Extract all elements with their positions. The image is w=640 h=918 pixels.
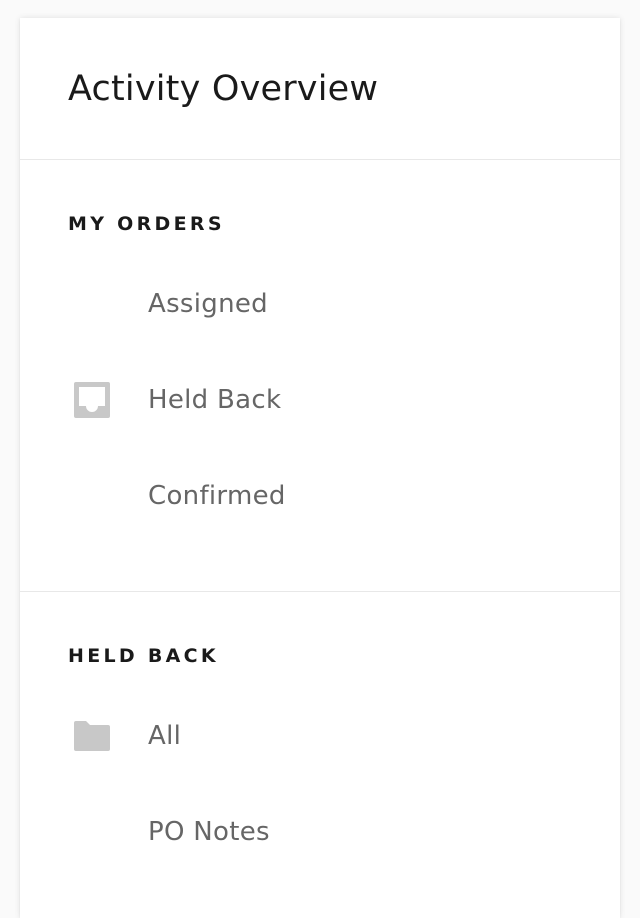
nav-item-held-back[interactable]: Held Back — [20, 370, 620, 430]
nav-item-label: Confirmed — [148, 481, 286, 511]
page-title: Activity Overview — [68, 69, 379, 109]
nav-item-all[interactable]: All — [20, 706, 620, 766]
nav-item-label: Assigned — [148, 289, 268, 319]
inbox-icon — [72, 380, 112, 420]
section-heading-held-back: HELD BACK — [68, 645, 219, 667]
nav-item-label: All — [148, 721, 182, 751]
panel-header: Activity Overview — [20, 18, 620, 160]
my-orders-section: MY ORDERS Assigned Held Back Confirmed — [20, 160, 620, 592]
nav-item-label: PO Notes — [148, 817, 270, 847]
folder-icon — [72, 716, 112, 756]
nav-item-po-notes[interactable]: PO Notes — [20, 802, 620, 862]
nav-item-label: Held Back — [148, 385, 282, 415]
nav-item-assigned[interactable]: Assigned — [20, 274, 620, 334]
activity-overview-panel: Activity Overview MY ORDERS Assigned Hel… — [20, 18, 620, 918]
nav-item-confirmed[interactable]: Confirmed — [20, 466, 620, 526]
section-heading-my-orders: MY ORDERS — [68, 213, 225, 235]
